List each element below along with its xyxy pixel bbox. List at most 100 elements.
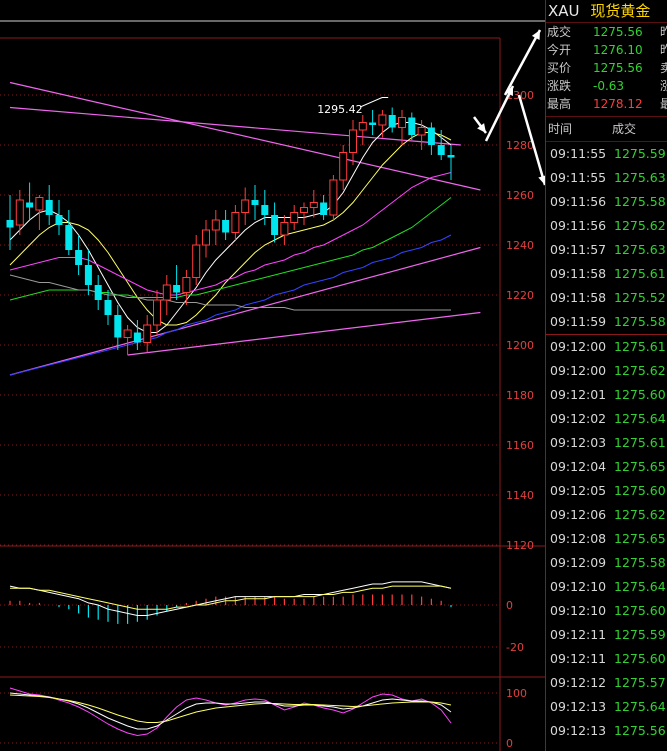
candle-body — [162, 284, 171, 301]
candle-body — [55, 215, 63, 225]
tick-price: 1275.63 — [614, 170, 666, 185]
y-tick-label: 1200 — [506, 339, 534, 352]
y-tick-label: 1260 — [506, 189, 534, 202]
tick-time: 09:12:09 — [550, 555, 607, 570]
tick-time: 09:12:13 — [550, 699, 607, 714]
candle-body — [437, 145, 445, 155]
candle-body — [271, 215, 279, 235]
annotation-arrow-head — [538, 175, 545, 185]
moving-average-line — [9, 132, 452, 326]
tick-row: 09:11:55 1275.59 — [546, 142, 667, 166]
tick-time: 09:12:10 — [550, 579, 607, 594]
candle-body — [309, 202, 318, 208]
tick-price: 1275.60 — [614, 483, 666, 498]
candle-body — [398, 117, 406, 128]
tick-time: 09:11:56 — [550, 194, 607, 209]
tick-price: 1275.64 — [614, 699, 666, 714]
tick-time: 09:12:13 — [550, 723, 607, 738]
tick-price: 1275.64 — [614, 579, 666, 594]
tick-price: 1275.61 — [614, 435, 666, 450]
tick-row: 09:12:00 1275.62 — [546, 359, 667, 383]
price-chart[interactable]: 1120114011601180120012201240126012801300… — [0, 0, 545, 751]
tick-price: 1275.65 — [614, 531, 666, 546]
tick-price: 1275.62 — [614, 363, 666, 378]
tick-price: 1275.60 — [614, 651, 666, 666]
annotations: 1295.42 — [317, 29, 545, 186]
y-tick-label: 0 — [506, 599, 513, 612]
tick-row: 09:12:04 1275.65 — [546, 455, 667, 479]
y-tick-label: 1160 — [506, 439, 534, 452]
quote-row: 最高 1278.12 最 — [546, 95, 667, 113]
quote-label: 今开 — [547, 43, 572, 57]
tick-time: 09:11:55 — [550, 170, 607, 185]
candle-body — [241, 199, 250, 213]
candle-body — [408, 117, 416, 135]
quote-label: 最高 — [547, 97, 572, 111]
macd-line — [9, 581, 452, 616]
candle-body — [192, 244, 201, 278]
quote-row: 买价 1275.56 卖 — [546, 59, 667, 77]
candle-body — [15, 199, 24, 226]
tick-price: 1275.61 — [614, 339, 666, 354]
candle-body — [349, 129, 357, 153]
tick-price: 1275.64 — [614, 411, 666, 426]
quote-value: 1276.10 — [593, 43, 643, 57]
tick-row: 09:12:09 1275.58 — [546, 551, 667, 575]
tick-price: 1275.52 — [614, 290, 666, 305]
tick-price: 1275.65 — [614, 459, 666, 474]
quote-row: 涨跌 -0.63 涨 — [546, 77, 667, 95]
tick-time: 09:11:58 — [550, 290, 607, 305]
y-tick-label: 1240 — [506, 239, 534, 252]
candle-body — [104, 300, 112, 315]
candle-body — [65, 225, 73, 250]
tick-row: 09:12:13 1275.56 — [546, 719, 667, 743]
trend-line — [127, 311, 481, 356]
tick-time: 09:12:00 — [550, 363, 607, 378]
high-price-leader — [360, 97, 389, 108]
y-tick-label: 1140 — [506, 489, 534, 502]
tick-price: 1275.58 — [614, 314, 666, 329]
candle-body — [6, 220, 14, 228]
candle-body — [26, 202, 34, 208]
quote-panel: XAU 现货黄金 成交1275.56昨今开1276.10昨买价1275.56卖涨… — [545, 0, 667, 751]
tick-row: 09:12:11 1275.60 — [546, 647, 667, 671]
candle-body — [35, 197, 44, 211]
quote-label: 涨跌 — [547, 79, 572, 93]
tick-price: 1275.60 — [614, 603, 666, 618]
candle-body — [339, 152, 348, 181]
y-tick-label: 1280 — [506, 139, 534, 152]
tick-time: 09:12:01 — [550, 387, 607, 402]
quote-value: 1278.12 — [593, 97, 643, 111]
oscillator-line — [9, 687, 452, 737]
tick-time: 09:12:11 — [550, 651, 607, 666]
candle-body — [231, 212, 240, 233]
tick-list[interactable]: 09:11:55 1275.59 09:11:55 1275.63 09:11:56 12… — [546, 142, 667, 743]
tick-table-header: 时间 成交 — [546, 116, 667, 142]
candle-body — [114, 315, 122, 338]
quote-value: 1275.56 — [593, 61, 643, 75]
tick-time: 09:11:55 — [550, 146, 607, 161]
tick-price: 1275.63 — [614, 242, 666, 257]
candle-body — [211, 219, 220, 231]
tick-price: 1275.59 — [614, 146, 666, 161]
candle-body — [45, 200, 53, 215]
tick-row: 09:11:55 1275.63 — [546, 166, 667, 190]
moving-average-line — [9, 274, 451, 311]
quote-extra-label: 昨 — [660, 23, 667, 41]
tick-price: 1275.62 — [614, 218, 666, 233]
tick-time: 09:12:00 — [550, 339, 607, 354]
candle-body — [358, 122, 367, 131]
trend-line — [9, 81, 481, 191]
y-tick-label: -20 — [506, 641, 524, 654]
candle-body — [84, 265, 92, 285]
y-tick-label: 100 — [506, 687, 527, 700]
tick-row: 09:11:56 1275.62 — [546, 214, 667, 238]
candle-body — [123, 329, 132, 338]
quote-row: 今开 1276.10 昨 — [546, 41, 667, 59]
candle-body — [427, 127, 435, 145]
candle-body — [290, 212, 299, 223]
candle-body — [417, 127, 426, 136]
tick-price: 1275.57 — [614, 675, 666, 690]
tick-header-time: 时间 — [548, 122, 573, 136]
symbol-name: 现货黄金 — [590, 2, 651, 20]
